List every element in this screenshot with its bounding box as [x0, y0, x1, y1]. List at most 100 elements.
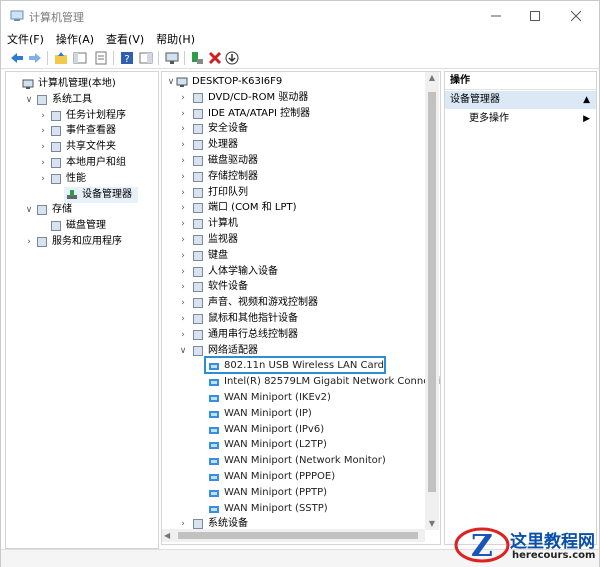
device-category[interactable]: › DVD/CD-ROM 驱动器 [162, 90, 438, 106]
network-adapter-item[interactable]: WAN Miniport (IPv6) [162, 422, 438, 438]
chevron-right-icon[interactable]: › [178, 327, 188, 343]
device-category[interactable]: › 声音、视频和游戏控制器 [162, 295, 438, 311]
console-tree-item[interactable]: ∨ 系统工具 [6, 92, 156, 108]
chevron-right-icon[interactable]: › [178, 248, 188, 264]
device-category[interactable]: › 安全设备 [162, 121, 438, 137]
console-tree-icon[interactable] [72, 50, 88, 66]
network-adapter-item[interactable]: Intel(R) 82579LM Gigabit Network Connect… [162, 374, 441, 390]
network-adapter-item[interactable]: WAN Miniport (SSTP) [162, 501, 438, 517]
console-tree-item[interactable]: › 任务计划程序 [6, 108, 156, 124]
chevron-right-icon[interactable]: › [24, 234, 34, 250]
menu-view[interactable]: 查看(V) [100, 31, 150, 49]
device-category[interactable]: › 计算机 [162, 216, 438, 232]
network-adapter-item-label: Intel(R) 82579LM Gigabit Network Connect… [224, 376, 441, 388]
scroll-left-arrow[interactable]: ◀ [164, 529, 170, 542]
chevron-right-icon[interactable]: › [178, 232, 188, 248]
highlight-box [204, 356, 386, 374]
chevron-right-icon[interactable]: › [38, 155, 48, 171]
chevron-right-icon[interactable]: › [178, 185, 188, 201]
console-tree-item[interactable]: 磁盘管理 [6, 218, 156, 234]
up-folder-icon[interactable] [53, 50, 69, 66]
vertical-scrollbar[interactable]: ▲ ▼ [425, 72, 439, 530]
chevron-right-icon[interactable]: › [178, 216, 188, 232]
console-tree-item[interactable]: › 事件查看器 [6, 123, 156, 139]
back-arrow-icon[interactable] [9, 50, 25, 66]
console-tree-item[interactable]: ∨ 存储 [6, 202, 156, 218]
chevron-right-icon[interactable]: › [178, 90, 188, 106]
device-category-label: 安全设备 [208, 123, 248, 135]
network-adapter-item[interactable]: WAN Miniport (PPPOE) [162, 469, 438, 485]
chevron-right-icon[interactable]: › [178, 279, 188, 295]
actions-section-device-manager[interactable]: 设备管理器 ▲ [445, 91, 596, 109]
network-adapter-item[interactable]: WAN Miniport (Network Monitor) [162, 453, 438, 469]
chevron-down-icon[interactable]: ∨ [24, 202, 34, 218]
device-category[interactable]: › IDE ATA/ATAPI 控制器 [162, 106, 438, 122]
horizontal-scrollbar[interactable]: ◀ [162, 529, 425, 542]
close-button[interactable] [557, 1, 595, 31]
console-tree-item[interactable]: › 性能 [6, 171, 156, 187]
device-category[interactable]: › 打印队列 [162, 185, 438, 201]
chevron-right-icon[interactable]: › [178, 169, 188, 185]
device-category[interactable]: › 端口 (COM 和 LPT) [162, 200, 438, 216]
network-adapter-item[interactable]: WAN Miniport (PPTP) [162, 485, 438, 501]
chevron-down-icon[interactable]: ∨ [166, 74, 176, 90]
update-driver-icon[interactable] [189, 50, 205, 66]
device-category[interactable]: › 人体学输入设备 [162, 264, 438, 280]
network-adapter-item[interactable]: WAN Miniport (L2TP) [162, 437, 438, 453]
console-tree-pane: 计算机管理(本地) ∨ 系统工具 › 任务计划程序 › 事件查看器 › 共享文件夹 › 本地用户和组… [5, 71, 159, 549]
chevron-right-icon[interactable]: › [38, 108, 48, 124]
console-tree-item[interactable]: › 服务和应用程序 [6, 234, 156, 250]
h-scroll-thumb[interactable] [178, 532, 418, 539]
chevron-right-icon[interactable]: › [178, 106, 188, 122]
device-category[interactable]: › 软件设备 [162, 279, 438, 295]
wifi-adapter-icon [208, 503, 220, 515]
forward-arrow-icon[interactable] [27, 50, 43, 66]
chevron-right-icon[interactable]: › [178, 121, 188, 137]
chevron-right-icon[interactable]: › [178, 153, 188, 169]
chevron-right-icon[interactable]: › [38, 123, 48, 139]
chevron-right-icon[interactable]: › [178, 264, 188, 280]
maximize-button[interactable] [516, 1, 554, 31]
console-tree-item[interactable]: › 共享文件夹 [6, 139, 156, 155]
console-tree-label: 设备管理器 [82, 188, 132, 200]
scan-hardware-icon[interactable] [164, 50, 180, 66]
device-icon [192, 123, 204, 135]
chevron-right-icon[interactable]: › [178, 311, 188, 327]
help-icon[interactable]: ? [119, 50, 135, 66]
more-actions-item[interactable]: 更多操作 ▶ [445, 110, 596, 128]
network-adapter-item[interactable]: WAN Miniport (IKEv2) [162, 390, 438, 406]
scroll-up-arrow[interactable]: ▲ [425, 72, 439, 84]
chevron-right-icon[interactable]: › [178, 137, 188, 153]
device-category[interactable]: › 磁盘驱动器 [162, 153, 438, 169]
device-category-label: 磁盘驱动器 [208, 155, 258, 166]
device-category[interactable]: › 监视器 [162, 232, 438, 248]
device-category[interactable]: › 处理器 [162, 137, 438, 153]
minimize-button[interactable] [477, 1, 515, 31]
chevron-right-icon[interactable]: › [38, 171, 48, 187]
network-adapter-item[interactable]: WAN Miniport (IP) [162, 406, 438, 422]
device-tree-root[interactable]: ∨ DESKTOP-K63I6F9 [162, 74, 438, 90]
uninstall-x-icon[interactable] [207, 50, 223, 66]
console-tree-item[interactable]: › 本地用户和组 [6, 155, 156, 171]
console-tree-item[interactable]: 计算机管理(本地) [6, 76, 156, 92]
device-icon [192, 92, 204, 104]
show-hide-pane-icon[interactable] [138, 50, 154, 66]
menu-action[interactable]: 操作(A) [50, 31, 100, 49]
maximize-icon [530, 11, 540, 21]
download-icon[interactable] [224, 50, 240, 66]
device-category[interactable]: › 通用串行总线控制器 [162, 327, 438, 343]
chevron-right-icon[interactable]: › [178, 295, 188, 311]
scroll-down-arrow[interactable]: ▼ [425, 518, 439, 530]
device-category[interactable]: › 键盘 [162, 248, 438, 264]
device-category[interactable]: › 鼠标和其他指针设备 [162, 311, 438, 327]
console-tree-item[interactable]: 设备管理器 [64, 186, 138, 203]
menu-help[interactable]: 帮助(H) [150, 31, 201, 49]
scroll-thumb[interactable] [428, 92, 436, 492]
device-category[interactable]: › 存储控制器 [162, 169, 438, 185]
chevron-down-icon[interactable]: ∨ [24, 92, 34, 108]
chevron-right-icon[interactable]: › [178, 200, 188, 216]
menu-file[interactable]: 文件(F) [1, 31, 50, 49]
chevron-down-icon[interactable]: ∨ [178, 343, 188, 359]
chevron-right-icon[interactable]: › [38, 139, 48, 155]
properties-icon[interactable] [93, 50, 109, 66]
